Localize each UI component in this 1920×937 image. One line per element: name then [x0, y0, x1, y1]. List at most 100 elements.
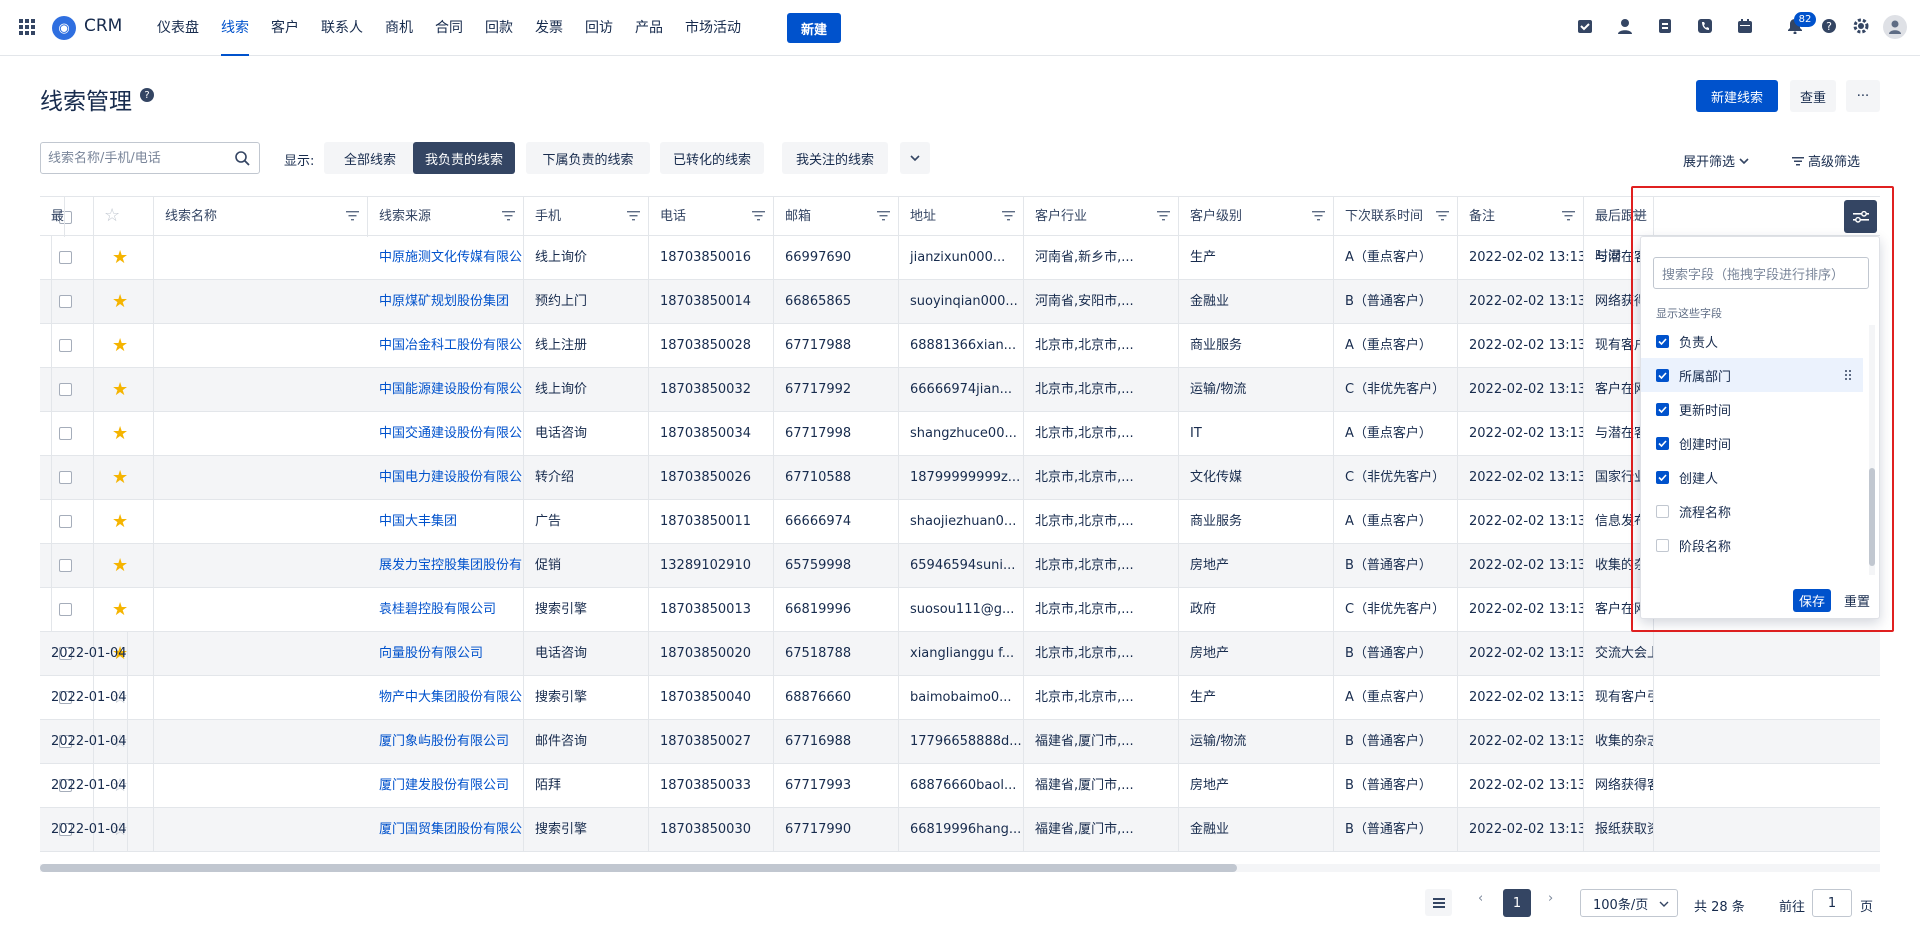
- field-option[interactable]: 更新时间: [1641, 392, 1863, 426]
- field-option[interactable]: 创建时间: [1641, 426, 1863, 460]
- next-page-button[interactable]: ›: [1548, 891, 1553, 906]
- field-option[interactable]: 负责人: [1641, 324, 1863, 358]
- dedupe-button[interactable]: 查重: [1790, 80, 1836, 112]
- lead-name-link[interactable]: 中国电力建设股份有限公司: [368, 456, 524, 500]
- column-filter-icon[interactable]: [1002, 210, 1015, 222]
- panel-scrollbar-thumb[interactable]: [1869, 468, 1875, 566]
- lead-name-link[interactable]: 厦门象屿股份有限公司: [368, 720, 524, 764]
- calendar-icon[interactable]: [1736, 17, 1754, 35]
- star-icon[interactable]: ★: [112, 293, 128, 311]
- column-filter-icon[interactable]: [1157, 210, 1170, 222]
- field-option[interactable]: 创建人: [1641, 460, 1863, 494]
- lead-name-link[interactable]: 厦门国贸集团股份有限公司: [368, 808, 524, 852]
- column-filter-icon[interactable]: [1562, 210, 1575, 222]
- column-filter-icon[interactable]: [1312, 210, 1325, 222]
- nav-item[interactable]: 商机: [374, 0, 424, 56]
- contact-icon[interactable]: [1616, 17, 1634, 35]
- reset-button[interactable]: 重置: [1844, 589, 1870, 612]
- checked-checkbox[interactable]: [1656, 470, 1669, 484]
- star-icon[interactable]: ★: [112, 337, 128, 355]
- table-row[interactable]: ☆ 厦门建发股份有限公司 陌拜 18703850033 67717993 68876660…: [40, 764, 1880, 808]
- prev-page-button[interactable]: ‹: [1478, 891, 1483, 906]
- row-checkbox[interactable]: [59, 339, 72, 352]
- more-filters-dropdown[interactable]: [900, 142, 930, 174]
- search-input[interactable]: [48, 150, 218, 166]
- star-icon[interactable]: ★: [112, 469, 128, 487]
- table-row[interactable]: ★ 中国冶金科工股份有限公司 线上注册 18703850028 67717988 6888…: [40, 324, 1880, 368]
- field-option[interactable]: 所属部门: [1641, 358, 1863, 392]
- star-icon[interactable]: ★: [112, 513, 128, 531]
- field-option[interactable]: 阶段名称: [1641, 528, 1863, 562]
- more-button[interactable]: ···: [1846, 80, 1880, 112]
- lead-name-link[interactable]: 物产中大集团股份有限公司: [368, 676, 524, 720]
- column-header[interactable]: 手机: [524, 197, 649, 237]
- star-icon[interactable]: ★: [112, 425, 128, 443]
- table-row[interactable]: ★ 中国能源建设股份有限公司 线上询价 18703850032 67717992 6666…: [40, 368, 1880, 412]
- checked-checkbox[interactable]: [1656, 334, 1669, 348]
- drag-handle-icon[interactable]: [1845, 370, 1851, 380]
- column-settings-button[interactable]: [1844, 200, 1877, 233]
- lead-name-link[interactable]: 中国冶金科工股份有限公司: [368, 324, 524, 368]
- star-icon[interactable]: ★: [112, 249, 128, 267]
- table-row[interactable]: ★ 中原施测文化传媒有限公司 线上询价 18703850016 66997690 jian…: [40, 236, 1880, 280]
- current-page[interactable]: 1: [1503, 889, 1531, 917]
- app-grid-icon[interactable]: [19, 19, 35, 35]
- task-icon[interactable]: [1576, 17, 1594, 35]
- user-avatar-icon[interactable]: [1883, 15, 1907, 39]
- document-icon[interactable]: [1656, 17, 1674, 35]
- nav-item[interactable]: 市场活动: [674, 0, 752, 56]
- column-filter-icon[interactable]: [1436, 210, 1449, 222]
- table-row[interactable]: ★ 向量股份有限公司 电话咨询 18703850020 67518788 xianglia…: [40, 632, 1880, 676]
- lead-name-link[interactable]: 中国交通建设股份有限公司: [368, 412, 524, 456]
- checked-checkbox[interactable]: [1656, 436, 1669, 450]
- star-icon[interactable]: ★: [112, 381, 128, 399]
- field-search-input[interactable]: 搜索字段（拖拽字段进行排序）: [1653, 257, 1869, 289]
- lead-name-link[interactable]: 中原施测文化传媒有限公司: [368, 236, 524, 280]
- column-header[interactable]: 客户行业: [1024, 197, 1179, 237]
- nav-item[interactable]: 联系人: [310, 0, 374, 56]
- panel-scrollbar[interactable]: [1869, 325, 1875, 575]
- row-checkbox[interactable]: [59, 603, 72, 616]
- page-size-select[interactable]: 100条/页: [1580, 889, 1678, 917]
- row-checkbox[interactable]: [59, 295, 72, 308]
- table-row[interactable]: ★ 袁桂碧控股有限公司 搜索引擎 18703850013 66819996 suosou1…: [40, 588, 1880, 632]
- goto-page-input[interactable]: 1: [1812, 889, 1852, 917]
- lead-name-link[interactable]: 中国大丰集团: [368, 500, 524, 544]
- column-header[interactable]: 备注: [1458, 197, 1584, 237]
- table-row[interactable]: ☆ 厦门国贸集团股份有限公司 搜索引擎 18703850030 67717990 6681…: [40, 808, 1880, 852]
- column-header[interactable]: 客户级别: [1179, 197, 1334, 237]
- star-icon[interactable]: ★: [112, 557, 128, 575]
- table-row[interactable]: ★ 展发力宝控股集团股份有限...促销1328910291065759998659…: [40, 544, 1880, 588]
- row-checkbox[interactable]: [59, 251, 72, 264]
- list-menu-icon[interactable]: [1425, 889, 1452, 916]
- column-header[interactable]: 地址: [899, 197, 1024, 237]
- filter-chip[interactable]: 全部线索: [324, 142, 416, 174]
- phone-icon[interactable]: [1696, 17, 1714, 35]
- table-row[interactable]: ★ 中原煤矿规划股份集团 预约上门 18703850014 66865865 suoyin…: [40, 280, 1880, 324]
- column-filter-icon[interactable]: [502, 210, 515, 222]
- filter-chip[interactable]: 已转化的线索: [660, 142, 764, 174]
- lead-name-link[interactable]: 厦门建发股份有限公司: [368, 764, 524, 808]
- horizontal-scrollbar[interactable]: [40, 864, 1880, 872]
- column-header[interactable]: 线索名称: [154, 197, 368, 237]
- search-field[interactable]: [40, 142, 260, 174]
- table-row[interactable]: ☆ 物产中大集团股份有限公司 搜索引擎 18703850040 68876660 baim…: [40, 676, 1880, 720]
- row-checkbox[interactable]: [59, 471, 72, 484]
- row-checkbox[interactable]: [59, 559, 72, 572]
- row-checkbox[interactable]: [59, 515, 72, 528]
- lead-name-link[interactable]: 中国能源建设股份有限公司: [368, 368, 524, 412]
- advanced-filter-button[interactable]: 高级筛选: [1792, 151, 1860, 170]
- table-row[interactable]: ★ 中国交通建设股份有限公司 电话咨询 18703850034 67717998 shan…: [40, 412, 1880, 456]
- table-row[interactable]: ☆ 厦门象屿股份有限公司 邮件咨询 18703850027 67716988 177966…: [40, 720, 1880, 764]
- checked-checkbox[interactable]: [1656, 368, 1669, 382]
- lead-name-link[interactable]: 展发力宝控股集团股份有限...: [368, 544, 524, 588]
- unchecked-checkbox[interactable]: [1656, 538, 1669, 552]
- column-header[interactable]: 下次联系时间: [1334, 197, 1458, 237]
- lead-name-link[interactable]: 袁桂碧控股有限公司: [368, 588, 524, 632]
- row-checkbox[interactable]: [59, 383, 72, 396]
- scrollbar-thumb[interactable]: [40, 864, 1237, 872]
- checked-checkbox[interactable]: [1656, 402, 1669, 416]
- column-filter-icon[interactable]: [346, 210, 359, 222]
- nav-item[interactable]: 客户: [260, 0, 310, 56]
- lead-name-link[interactable]: 中原煤矿规划股份集团: [368, 280, 524, 324]
